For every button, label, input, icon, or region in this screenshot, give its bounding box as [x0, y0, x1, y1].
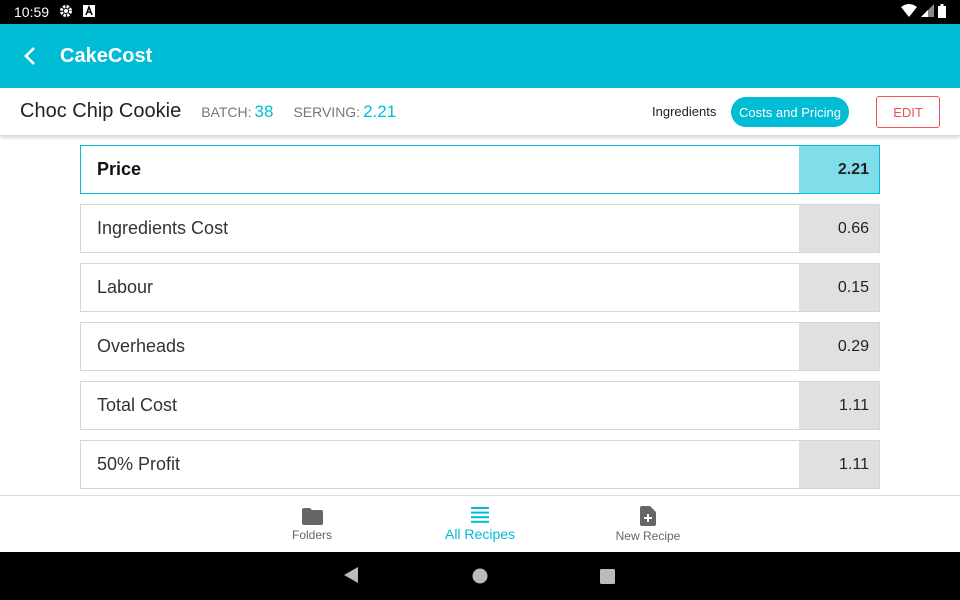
nav-folders-label: Folders	[291, 527, 332, 542]
system-nav-bar	[0, 552, 960, 600]
cost-label: 50% Profit	[97, 454, 181, 474]
bottom-nav: Folders All Recipes New Recipe	[0, 495, 960, 552]
edit-button[interactable]: EDIT	[876, 96, 940, 128]
cost-row-labour[interactable]: Labour 0.15	[80, 263, 880, 312]
nav-new-recipe-label: New Recipe	[615, 529, 681, 543]
serving-label: SERVING:	[293, 103, 361, 120]
system-back-icon[interactable]	[343, 566, 359, 589]
batch-value: 38	[254, 101, 274, 121]
settings-icon	[59, 4, 73, 21]
cost-list: Price 2.21 Ingredients Cost 0.66 Labour …	[80, 145, 880, 499]
serving-value: 2.21	[363, 101, 397, 121]
cost-value: 0.29	[799, 323, 879, 370]
cost-label: Ingredients Cost	[97, 218, 229, 238]
signal-icon	[921, 4, 934, 20]
cost-row-profit[interactable]: 50% Profit 1.11	[80, 440, 880, 489]
cost-value: 1.11	[799, 382, 879, 429]
cost-label: Price	[97, 159, 142, 179]
recipe-name: Choc Chip Cookie	[20, 100, 182, 122]
cost-value: 0.15	[799, 264, 879, 311]
cost-value: 0.66	[799, 205, 879, 252]
cost-value: 2.21	[799, 146, 879, 193]
folder-icon	[301, 507, 323, 525]
back-arrow-icon	[24, 47, 35, 65]
list-icon	[471, 507, 489, 523]
cost-label: Overheads	[97, 336, 186, 356]
cost-label: Labour	[97, 277, 154, 297]
nav-all-recipes-label: All Recipes	[444, 526, 516, 542]
cost-value: 1.11	[799, 441, 879, 488]
nav-folders[interactable]: Folders	[252, 496, 372, 553]
cost-row-ingredients[interactable]: Ingredients Cost 0.66	[80, 204, 880, 253]
system-recents-icon[interactable]	[600, 569, 615, 589]
cost-label: Total Cost	[97, 395, 178, 415]
battery-icon	[938, 3, 946, 21]
batch-label: BATCH:	[201, 103, 252, 120]
new-document-icon	[640, 506, 656, 526]
cost-row-total-cost[interactable]: Total Cost 1.11	[80, 381, 880, 430]
cost-row-overheads[interactable]: Overheads 0.29	[80, 322, 880, 371]
system-home-icon[interactable]	[472, 568, 488, 589]
status-time: 10:59	[14, 4, 50, 20]
cost-row-price[interactable]: Price 2.21	[80, 145, 880, 194]
app-title: CakeCost	[60, 44, 153, 67]
tab-costs-and-pricing[interactable]: Costs and Pricing	[731, 97, 849, 127]
tab-ingredients[interactable]: Ingredients	[652, 104, 716, 119]
wifi-icon	[901, 4, 917, 20]
status-bar: 10:59	[0, 0, 960, 24]
font-icon	[83, 4, 96, 20]
app-bar: CakeCost	[0, 24, 960, 88]
nav-all-recipes[interactable]: All Recipes	[420, 496, 540, 553]
back-button[interactable]	[0, 24, 60, 88]
recipe-header: Choc Chip Cookie BATCH: 38 SERVING: 2.21…	[0, 88, 960, 136]
nav-new-recipe[interactable]: New Recipe	[588, 496, 708, 553]
